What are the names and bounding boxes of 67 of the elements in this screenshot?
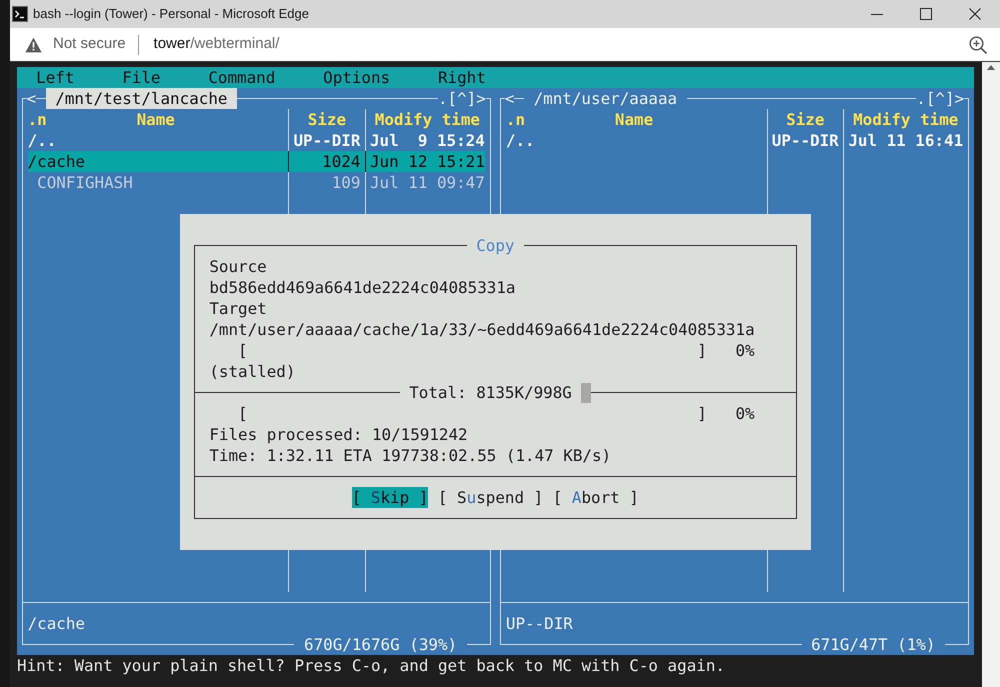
panel-path[interactable]: /mnt/user/aaaaa (524, 88, 687, 109)
file-date: Jul 9 15:24 (370, 130, 485, 151)
mini-status: /cache (28, 613, 85, 634)
file-size: UP--DIR (293, 130, 360, 151)
total-progress-text: Total: 8135K/998G (409, 382, 572, 403)
column-header[interactable]: Modify time (374, 109, 480, 130)
file-row[interactable]: CONFIGHASH 109 Jul 11 09:47 (28, 172, 485, 193)
panel-path[interactable]: /mnt/test/lancache (46, 88, 238, 109)
file-size: 109 (332, 172, 360, 193)
panel-history-controls[interactable]: .[^]> (916, 88, 964, 109)
nav-arrow[interactable]: < (504, 88, 514, 109)
target-path: /mnt/user/aaaaa/cache/1a/33/~6edd469a6641de2224c04085331a (209, 319, 755, 340)
file-size: 1024 (322, 151, 360, 172)
file-date: Jun 12 15:21 (370, 151, 485, 172)
file-date: Jul 11 16:41 (848, 130, 964, 151)
column-header[interactable]: Size (786, 109, 824, 130)
file-date: Jul 11 09:47 (370, 172, 485, 193)
file-name: CONFIGHASH (37, 173, 133, 192)
source-path: bd586edd469a6641de2224c04085331a (209, 277, 516, 298)
file-name: /cache (28, 152, 85, 171)
close-icon (968, 8, 980, 20)
menu-item[interactable]: Left (36, 67, 74, 88)
time-text: Time: 1:32.11 ETA 197738:02.55 (1.47 KB/s) (209, 445, 612, 466)
file-size: UP--DIR (772, 130, 839, 151)
file-row[interactable]: /.. UP--DIR Jul 9 15:24 (28, 130, 485, 151)
sort-indicator[interactable]: .n (506, 109, 526, 130)
menu-item[interactable]: Options (323, 67, 390, 88)
scroll-up-arrow-icon[interactable] (987, 65, 995, 70)
dialog-button[interactable]: [ Abort ] (552, 487, 639, 508)
file-name: /.. (28, 131, 56, 150)
file-row[interactable]: /cache 1024 Jun 12 15:21 (28, 151, 485, 172)
dialog-title: Copy (476, 235, 514, 256)
menu-item[interactable]: Command (208, 67, 276, 88)
zoom-in-icon[interactable] (969, 36, 987, 54)
progress-bracket-text: [ ] (238, 340, 707, 361)
window-title: bash --login (Tower) - Personal - Microsoft Edge (33, 5, 309, 24)
progress-percent: 0% (735, 403, 755, 424)
disk-usage: 671G/47T (1%) (811, 634, 936, 655)
site-info-button[interactable]: Not secure (25, 32, 126, 56)
disk-usage: 670G/1676G (39%) (304, 634, 458, 655)
warning-icon (25, 36, 42, 52)
column-header[interactable]: Size (308, 109, 346, 130)
files-processed-text: Files processed: 10/1591242 (209, 424, 468, 445)
menu-item[interactable]: File (122, 67, 161, 88)
scrollbar[interactable] (982, 62, 1000, 687)
mini-status: UP--DIR (506, 613, 573, 634)
sort-indicator[interactable]: .n (28, 109, 47, 130)
file-name: /.. (506, 131, 535, 150)
maximize-icon (920, 8, 932, 20)
field-label: Target (209, 298, 267, 319)
menu-item[interactable]: Right (438, 67, 486, 88)
status-text: (stalled) (209, 361, 296, 382)
column-header[interactable]: Modify time (853, 109, 958, 130)
url-text[interactable]: tower/webterminal/ (154, 33, 280, 56)
dialog-button[interactable]: [ Skip ] (352, 487, 428, 508)
hint-text: Hint: Want your plain shell? Press C-o, and get back to MC with C-o again. (17, 655, 725, 676)
block-cursor-icon (581, 382, 591, 402)
progress-percent: 0% (735, 340, 755, 361)
progress-bracket-text: [ ] (238, 403, 707, 424)
field-label: Source (209, 256, 267, 277)
column-header[interactable]: Name (614, 109, 654, 130)
nav-arrow[interactable]: < (26, 88, 36, 109)
dialog-button[interactable]: [ Suspend ] (438, 487, 544, 508)
file-row[interactable]: /.. UP--DIR Jul 11 16:41 (506, 130, 964, 151)
panel-history-controls[interactable]: .[^]> (438, 88, 486, 109)
column-header[interactable]: Name (136, 109, 175, 130)
terminal-icon (12, 6, 28, 22)
